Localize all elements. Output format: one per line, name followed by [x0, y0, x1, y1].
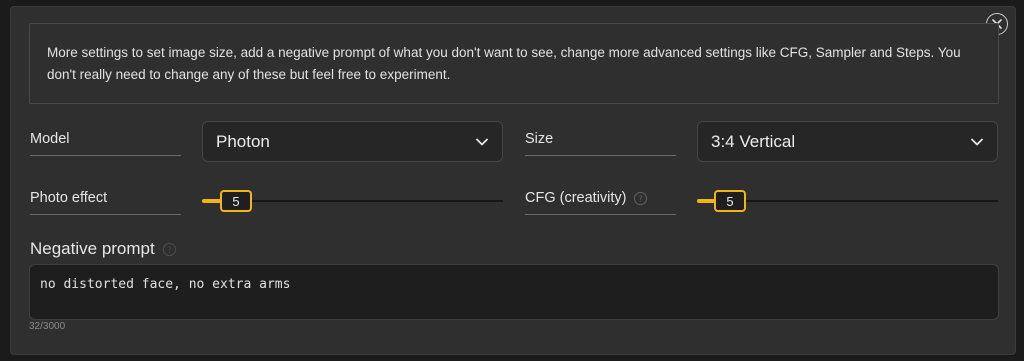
- slider-thumb[interactable]: 5: [220, 190, 252, 212]
- cfg-value: 5: [726, 193, 734, 209]
- model-select[interactable]: Photon: [202, 121, 503, 162]
- svg-text:?: ?: [638, 193, 642, 203]
- size-select[interactable]: 3:4 Vertical: [697, 121, 998, 162]
- model-label-text: Model: [30, 131, 70, 147]
- cfg-slider[interactable]: 5: [697, 189, 998, 213]
- photo-effect-value: 5: [232, 193, 240, 209]
- photo-effect-slider[interactable]: 5: [202, 189, 503, 213]
- chevron-down-icon: [971, 138, 983, 145]
- photo-effect-label-text: Photo effect: [30, 190, 108, 206]
- help-icon[interactable]: ?: [633, 191, 648, 206]
- chevron-down-icon: [476, 138, 488, 145]
- slider-thumb[interactable]: 5: [714, 190, 746, 212]
- character-counter: 32/3000: [29, 321, 66, 332]
- slider-fill: [202, 199, 222, 203]
- negative-prompt-input[interactable]: no distorted face, no extra arms: [29, 264, 999, 320]
- negative-prompt-text: no distorted face, no extra arms: [40, 277, 291, 292]
- info-box: More settings to set image size, add a n…: [29, 23, 999, 104]
- cfg-label-text: CFG (creativity): [525, 190, 627, 206]
- help-icon[interactable]: ?: [162, 242, 177, 257]
- size-label: Size: [525, 131, 676, 156]
- svg-text:?: ?: [167, 244, 171, 254]
- photo-effect-label: Photo effect: [30, 190, 181, 215]
- negative-prompt-label: Negative prompt ?: [30, 239, 177, 259]
- size-label-text: Size: [525, 131, 554, 147]
- size-select-value: 3:4 Vertical: [711, 131, 796, 151]
- info-text: More settings to set image size, add a n…: [47, 45, 961, 82]
- model-label: Model: [30, 131, 181, 156]
- model-select-value: Photon: [216, 131, 270, 151]
- cfg-label: CFG (creativity) ?: [525, 190, 676, 215]
- negative-prompt-label-text: Negative prompt: [30, 239, 155, 258]
